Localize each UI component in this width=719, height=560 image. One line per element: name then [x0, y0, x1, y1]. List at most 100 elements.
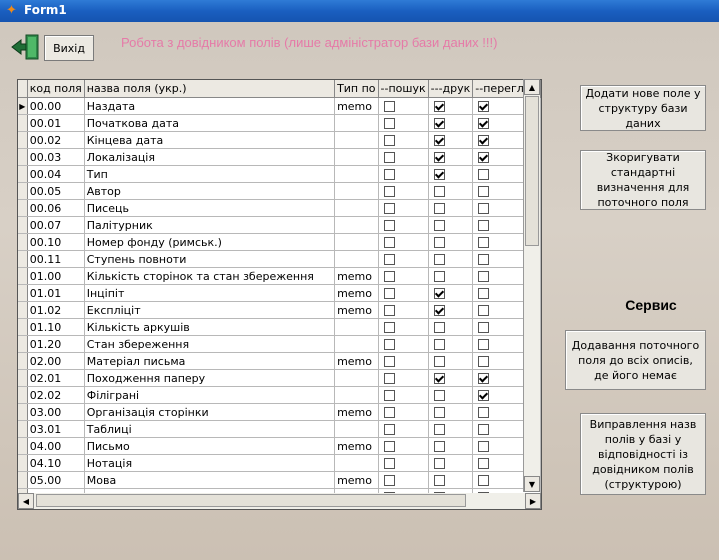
field-name-cell[interactable]: Автор — [84, 182, 336, 200]
search-checkbox[interactable] — [383, 424, 395, 435]
view-checkbox[interactable] — [478, 237, 490, 248]
field-type-cell[interactable] — [334, 454, 379, 472]
field-type-cell[interactable]: memo — [334, 352, 379, 370]
field-code-cell[interactable]: 01.10 — [27, 318, 85, 336]
print-checkbox[interactable] — [433, 254, 445, 265]
table-row[interactable]: 00.05 Автор — [18, 182, 541, 200]
search-checkbox[interactable] — [383, 135, 395, 146]
table-row[interactable]: 01.20 Стан збереження — [18, 335, 541, 353]
column-header[interactable]: назва поля (укр.) — [84, 80, 336, 98]
field-name-cell[interactable]: Початкова дата — [84, 114, 336, 132]
field-name-cell[interactable]: Кількість аркушів — [84, 318, 336, 336]
field-name-cell[interactable]: Матеріал письма — [84, 352, 336, 370]
view-checkbox[interactable] — [478, 441, 490, 452]
table-row[interactable]: 00.06 Писець — [18, 199, 541, 217]
print-checkbox[interactable] — [433, 339, 445, 350]
field-type-cell[interactable] — [334, 114, 379, 132]
table-row[interactable]: 04.10 Нотація — [18, 454, 541, 472]
search-checkbox[interactable] — [383, 458, 395, 469]
field-type-cell[interactable]: memo — [334, 403, 379, 421]
print-checkbox[interactable] — [433, 305, 445, 316]
print-checkbox[interactable] — [433, 169, 445, 180]
field-name-cell[interactable]: Письмо — [84, 437, 336, 455]
field-type-cell[interactable]: memo — [334, 97, 379, 115]
field-name-cell[interactable]: Наздата — [84, 97, 336, 115]
view-checkbox[interactable] — [478, 458, 490, 469]
field-type-cell[interactable] — [334, 233, 379, 251]
search-checkbox[interactable] — [383, 220, 395, 231]
fields-grid[interactable]: код поля назва поля (укр.) Тип по --пошу… — [17, 79, 542, 494]
field-code-cell[interactable]: 00.01 — [27, 114, 85, 132]
print-checkbox[interactable] — [433, 271, 445, 282]
field-code-cell[interactable]: 00.11 — [27, 250, 85, 268]
search-checkbox[interactable] — [383, 118, 395, 129]
print-checkbox[interactable] — [433, 475, 445, 486]
field-type-cell[interactable] — [334, 335, 379, 353]
column-header[interactable]: --пошук — [378, 80, 429, 98]
view-checkbox[interactable] — [478, 101, 490, 112]
field-code-cell[interactable]: 00.03 — [27, 148, 85, 166]
adjust-definitions-button[interactable]: Зкоригувати стандартні визначення для по… — [580, 150, 706, 210]
field-code-cell[interactable]: 00.02 — [27, 131, 85, 149]
column-header[interactable]: ---друк — [428, 80, 474, 98]
print-checkbox[interactable] — [433, 441, 445, 452]
view-checkbox[interactable] — [478, 220, 490, 231]
vertical-scroll-thumb[interactable] — [525, 96, 539, 246]
field-name-cell[interactable]: Інціпіт — [84, 284, 336, 302]
field-name-cell[interactable]: Локалізація — [84, 148, 336, 166]
field-code-cell[interactable]: 00.10 — [27, 233, 85, 251]
view-checkbox[interactable] — [478, 390, 490, 401]
field-name-cell[interactable]: Таблиці — [84, 420, 336, 438]
fix-field-names-button[interactable]: Виправлення назв полів у базі у відповід… — [580, 413, 706, 495]
view-checkbox[interactable] — [478, 288, 490, 299]
view-checkbox[interactable] — [478, 118, 490, 129]
table-row[interactable]: 01.01 Інціпіт memo — [18, 284, 541, 302]
view-checkbox[interactable] — [478, 271, 490, 282]
field-code-cell[interactable]: 00.00 — [27, 97, 85, 115]
print-checkbox[interactable] — [433, 288, 445, 299]
field-type-cell[interactable] — [334, 250, 379, 268]
field-type-cell[interactable] — [334, 148, 379, 166]
search-checkbox[interactable] — [383, 152, 395, 163]
field-type-cell[interactable] — [334, 386, 379, 404]
print-checkbox[interactable] — [433, 407, 445, 418]
field-type-cell[interactable] — [334, 216, 379, 234]
field-type-cell[interactable] — [334, 420, 379, 438]
field-name-cell[interactable]: Філіграні — [84, 386, 336, 404]
table-row[interactable]: 00.02 Кінцева дата — [18, 131, 541, 149]
table-row[interactable]: 03.01 Таблиці — [18, 420, 541, 438]
field-code-cell[interactable]: 04.10 — [27, 454, 85, 472]
search-checkbox[interactable] — [383, 305, 395, 316]
field-name-cell[interactable]: Тип — [84, 165, 336, 183]
search-checkbox[interactable] — [383, 322, 395, 333]
print-checkbox[interactable] — [433, 135, 445, 146]
search-checkbox[interactable] — [383, 101, 395, 112]
search-checkbox[interactable] — [383, 254, 395, 265]
exit-button[interactable]: Вихід — [44, 35, 94, 61]
field-code-cell[interactable]: 02.02 — [27, 386, 85, 404]
view-checkbox[interactable] — [478, 135, 490, 146]
field-type-cell[interactable] — [334, 369, 379, 387]
print-checkbox[interactable] — [433, 220, 445, 231]
table-row[interactable]: 01.00 Кількість сторінок та стан збережен… — [18, 267, 541, 285]
view-checkbox[interactable] — [478, 186, 490, 197]
table-row[interactable]: 00.01 Початкова дата — [18, 114, 541, 132]
scroll-up-icon[interactable]: ▲ — [524, 79, 540, 95]
print-checkbox[interactable] — [433, 101, 445, 112]
field-code-cell[interactable]: 03.01 — [27, 420, 85, 438]
scroll-down-icon[interactable]: ▼ — [524, 476, 540, 492]
field-name-cell[interactable]: Походження паперу — [84, 369, 336, 387]
search-checkbox[interactable] — [383, 356, 395, 367]
field-code-cell[interactable]: 01.20 — [27, 335, 85, 353]
print-checkbox[interactable] — [433, 203, 445, 214]
table-row[interactable]: 02.02 Філіграні — [18, 386, 541, 404]
field-name-cell[interactable]: Писець — [84, 199, 336, 217]
print-checkbox[interactable] — [433, 118, 445, 129]
view-checkbox[interactable] — [478, 356, 490, 367]
field-type-cell[interactable]: memo — [334, 284, 379, 302]
view-checkbox[interactable] — [478, 407, 490, 418]
field-type-cell[interactable]: memo — [334, 301, 379, 319]
field-name-cell[interactable]: Нотація — [84, 454, 336, 472]
table-row[interactable]: 00.04 Тип — [18, 165, 541, 183]
field-name-cell[interactable]: Ступень повноти — [84, 250, 336, 268]
